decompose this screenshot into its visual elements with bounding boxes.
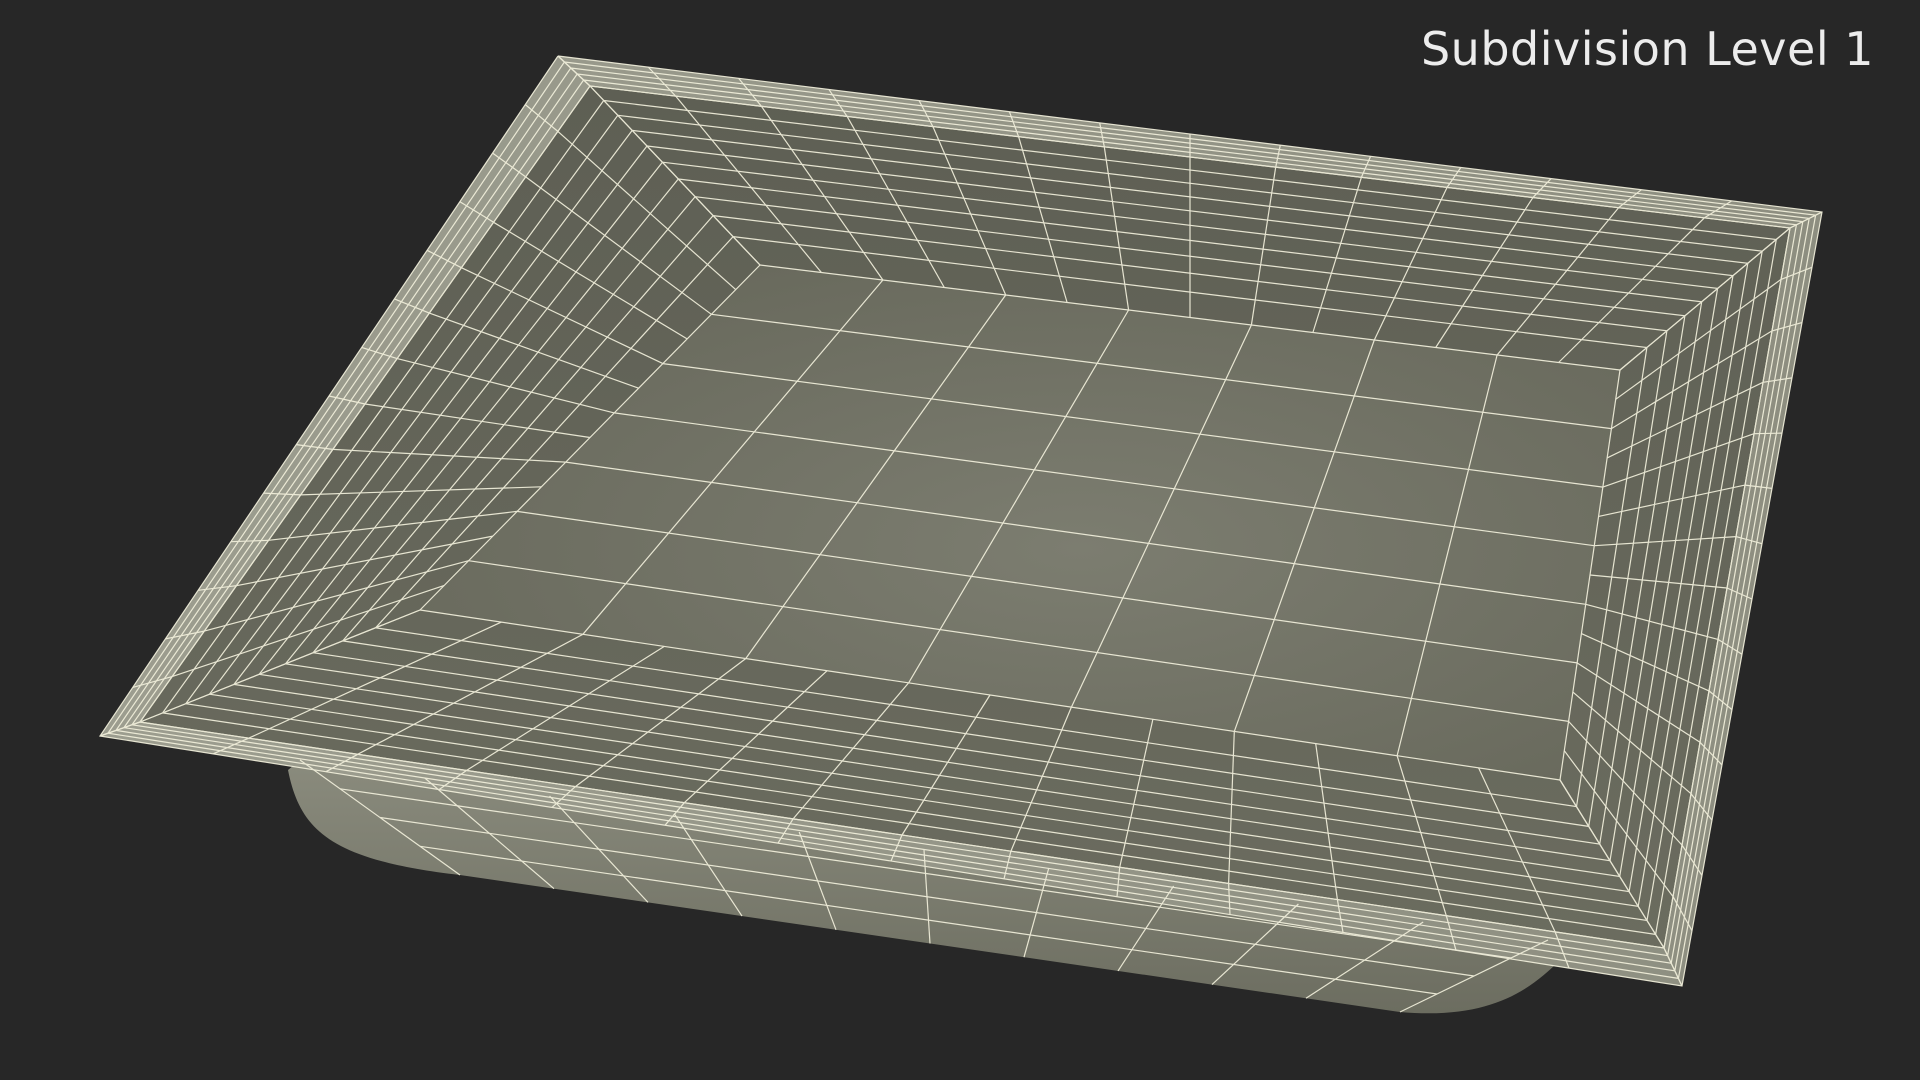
tray-wireframe-render	[98, 55, 1823, 1014]
subdivision-level-label: Subdivision Level 1	[1420, 22, 1874, 76]
3d-viewport[interactable]: Subdivision Level 1	[0, 0, 1920, 1080]
mesh-edge	[1753, 432, 1783, 435]
